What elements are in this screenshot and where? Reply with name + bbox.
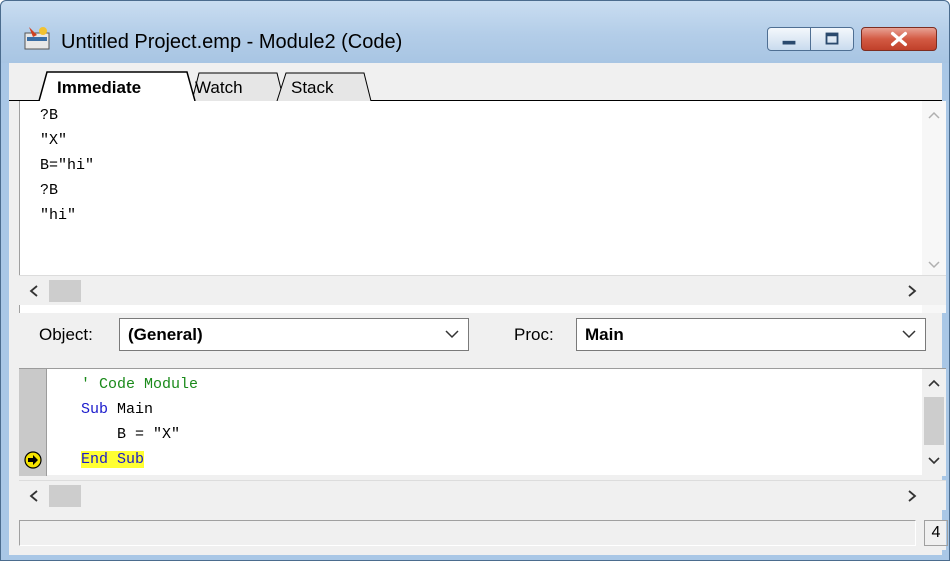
execution-pointer-icon <box>24 451 42 469</box>
window-title: Untitled Project.emp - Module2 (Code) <box>61 31 403 53</box>
code-vertical-scrollbar[interactable] <box>922 369 946 476</box>
app-icon <box>24 27 50 50</box>
scroll-thumb[interactable] <box>924 397 944 445</box>
close-icon <box>890 31 908 47</box>
chevron-down-icon[interactable] <box>899 323 919 345</box>
maximize-button[interactable] <box>810 27 854 51</box>
immediate-line: ?B <box>40 107 59 124</box>
keyword-end-sub: End Sub <box>81 451 145 468</box>
code-horizontal-scrollbar[interactable] <box>19 480 946 510</box>
tab-outline <box>9 71 942 101</box>
line-number-indicator: 4 <box>924 520 948 546</box>
code-line: ' Code Module <box>81 376 199 393</box>
keyword-sub: Sub <box>81 401 109 418</box>
object-dropdown[interactable]: (General) <box>119 318 469 351</box>
minimize-button[interactable] <box>767 27 811 51</box>
immediate-line: "X" <box>40 132 68 149</box>
proc-value: Main <box>585 325 624 344</box>
window-frame: Untitled Project.emp - Module2 (Code) Im… <box>0 0 950 561</box>
code-line: B = "X" <box>81 426 181 443</box>
sub-name: Main <box>108 401 154 418</box>
tab-stack[interactable]: Stack <box>287 75 338 101</box>
immediate-line: ?B <box>40 182 59 199</box>
proc-dropdown[interactable]: Main <box>576 318 926 351</box>
title-bar[interactable]: Untitled Project.emp - Module2 (Code) <box>1 1 949 63</box>
scroll-thumb[interactable] <box>49 280 81 302</box>
minimize-icon <box>782 40 796 45</box>
immediate-line: "hi" <box>40 207 77 224</box>
tab-watch[interactable]: Watch <box>191 75 247 101</box>
tab-immediate[interactable]: Immediate <box>53 75 145 101</box>
immediate-horizontal-scrollbar[interactable] <box>19 275 946 305</box>
scroll-left-icon[interactable] <box>29 285 39 297</box>
current-code-line: End Sub <box>81 450 145 470</box>
scroll-down-icon[interactable] <box>928 457 940 465</box>
scroll-left-icon[interactable] <box>29 490 39 502</box>
close-button[interactable] <box>861 27 937 51</box>
scroll-right-icon[interactable] <box>907 490 917 502</box>
status-bar: 4 <box>19 520 948 550</box>
scroll-up-icon[interactable] <box>928 111 940 119</box>
status-message-field <box>19 520 916 546</box>
scroll-right-icon[interactable] <box>907 285 917 297</box>
chevron-down-icon[interactable] <box>442 323 462 345</box>
maximize-icon <box>825 32 839 45</box>
client-area: Immediate Watch Stack ?B "X" B="hi" ?B "… <box>9 63 948 555</box>
object-label: Object: <box>39 325 93 344</box>
breakpoint-gutter[interactable] <box>19 369 47 476</box>
code-line: Sub Main <box>81 400 153 420</box>
scroll-thumb[interactable] <box>49 485 81 507</box>
debug-tabstrip: Immediate Watch Stack <box>9 71 942 101</box>
immediate-line: B="hi" <box>40 157 95 174</box>
scroll-up-icon[interactable] <box>928 379 940 387</box>
proc-label: Proc: <box>514 325 554 344</box>
object-value: (General) <box>128 325 203 344</box>
procedure-selector-bar: Object: (General) Proc: Main <box>19 315 946 355</box>
code-editor[interactable]: ' Code Module Sub Main B = "X" End Sub <box>19 368 946 476</box>
scroll-down-icon[interactable] <box>928 261 940 269</box>
